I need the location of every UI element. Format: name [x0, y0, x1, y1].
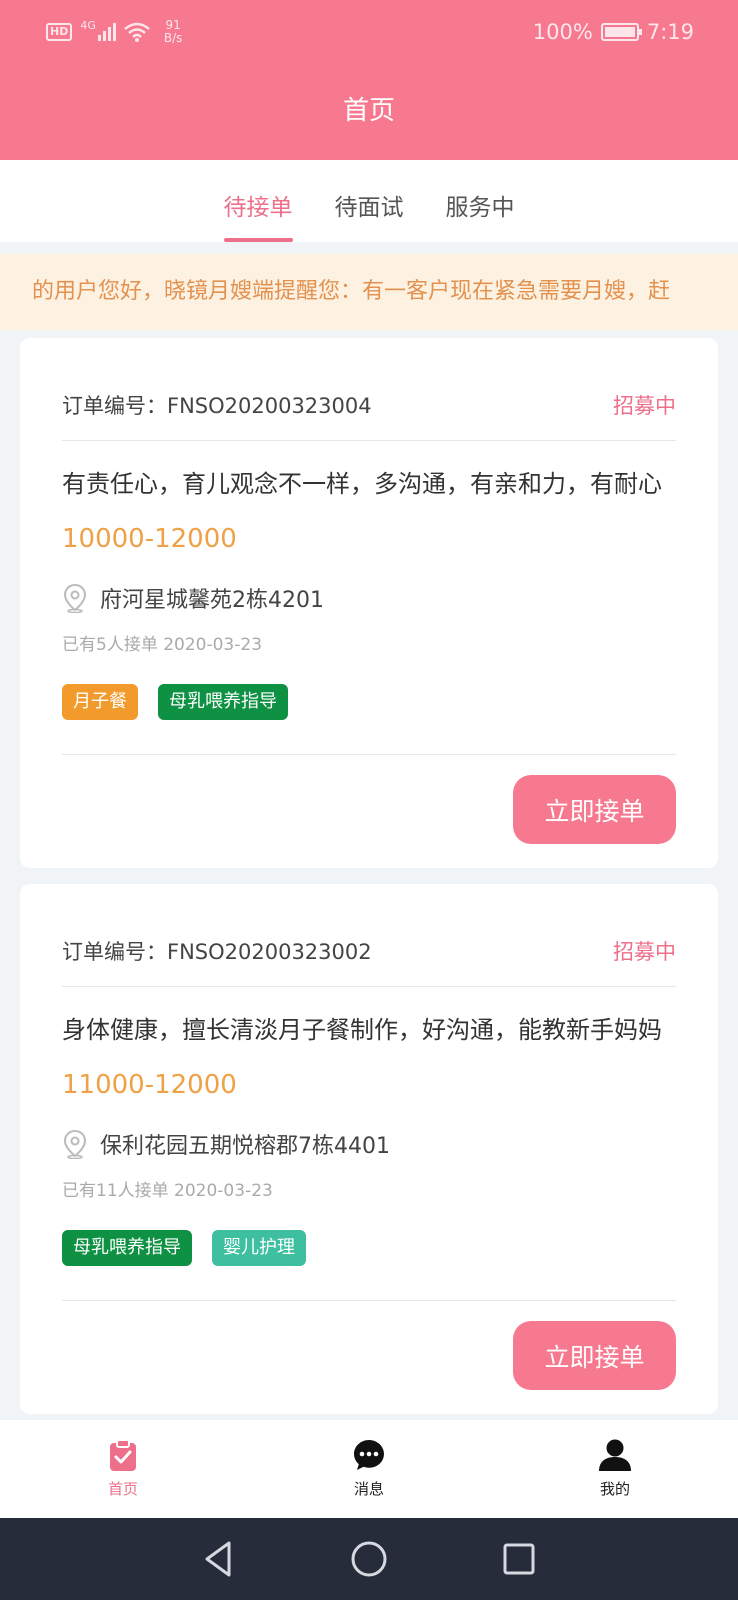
- order-number: 订单编号：FNSO20200323002: [62, 940, 372, 964]
- tag-breastfeeding-guidance: 母乳喂养指导: [158, 684, 288, 720]
- page-title: 首页: [342, 96, 395, 126]
- signal-icon: [97, 23, 116, 41]
- chat-bubble-icon: [354, 1440, 384, 1470]
- speed-unit: B/s: [163, 31, 183, 45]
- order-card[interactable]: 订单编号：FNSO20200323002 招募中 身体健康，擅长清淡月子餐制作，…: [20, 884, 718, 1414]
- clipboard-check-icon: [110, 1439, 136, 1471]
- divider: [62, 440, 676, 441]
- person-icon: [599, 1439, 631, 1471]
- status-bar: HD 4G 91 B/s 100% 7:19: [0, 0, 738, 64]
- nav-profile[interactable]: 我的: [492, 1420, 738, 1518]
- tab-in-service[interactable]: 服务中: [446, 160, 515, 242]
- order-meta: 已有5人接单 2020-03-23: [62, 635, 263, 655]
- nav-messages-label: 消息: [353, 1480, 384, 1498]
- network-speed: 91 B/s: [164, 19, 183, 45]
- order-meta: 已有11人接单 2020-03-23: [62, 1181, 273, 1201]
- hd-icon: HD: [46, 23, 73, 41]
- divider: [62, 754, 676, 755]
- accept-order-button[interactable]: 立即接单: [513, 775, 676, 844]
- tag-confinement-meal: 月子餐: [62, 684, 138, 720]
- order-address: 府河星城馨苑2栋4201: [100, 588, 324, 613]
- location-pin-icon: [63, 583, 87, 613]
- order-address-row: 府河星城馨苑2栋4201: [62, 582, 324, 614]
- tag-infant-care: 婴儿护理: [212, 1230, 306, 1266]
- order-tags: 母乳喂养指导 婴儿护理: [62, 1230, 306, 1266]
- tab-pending-orders[interactable]: 待接单: [223, 160, 293, 242]
- accept-order-button[interactable]: 立即接单: [513, 1321, 676, 1390]
- system-navigation-bar: [0, 1518, 738, 1600]
- app-header: HD 4G 91 B/s 100% 7:19 首页: [0, 0, 738, 160]
- order-tags: 月子餐 母乳喂养指导: [62, 684, 288, 720]
- order-description: 有责任心，育儿观念不一样，多沟通，有亲和力，有耐心: [62, 470, 662, 498]
- wifi-icon: [124, 22, 150, 42]
- order-status: 招募中: [613, 394, 676, 418]
- order-address-row: 保利花园五期悦榕郡7栋4401: [62, 1128, 390, 1160]
- status-left: HD 4G 91 B/s: [46, 19, 182, 45]
- home-circle-icon[interactable]: [349, 1539, 389, 1579]
- order-card-header: 订单编号：FNSO20200323002 招募中: [62, 936, 676, 966]
- order-description: 身体健康，擅长清淡月子餐制作，好沟通，能教新手妈妈: [62, 1016, 662, 1044]
- divider: [62, 1300, 676, 1301]
- divider: [62, 986, 676, 987]
- status-right: 100% 7:19: [533, 20, 694, 44]
- bottom-tab-bar: 首页 消息 我的: [0, 1420, 738, 1518]
- nav-messages[interactable]: 消息: [246, 1420, 492, 1518]
- order-number: 订单编号：FNSO20200323004: [62, 394, 372, 418]
- order-card[interactable]: 订单编号：FNSO20200323004 招募中 有责任心，育儿观念不一样，多沟…: [20, 338, 718, 868]
- order-salary: 11000-12000: [62, 1070, 237, 1100]
- order-card-header: 订单编号：FNSO20200323004 招募中: [62, 390, 676, 420]
- notice-marquee[interactable]: 的用户您好，晓镜月嫂端提醒您：有一客户现在紧急需要月嫂，赶: [0, 254, 738, 330]
- back-icon[interactable]: [199, 1539, 239, 1579]
- signal-label: 4G: [80, 19, 96, 32]
- recents-square-icon[interactable]: [499, 1539, 539, 1579]
- nav-home-label: 首页: [107, 1480, 138, 1498]
- location-pin-icon: [63, 1129, 87, 1159]
- battery-percent: 100%: [532, 20, 593, 44]
- order-address: 保利花园五期悦榕郡7栋4401: [100, 1134, 390, 1159]
- order-tabs: 待接单 待面试 服务中: [0, 160, 738, 242]
- battery-icon: [600, 23, 642, 41]
- order-status: 招募中: [613, 940, 676, 964]
- nav-home[interactable]: 首页: [0, 1420, 246, 1518]
- order-salary: 10000-12000: [62, 524, 237, 554]
- nav-profile-label: 我的: [599, 1480, 630, 1498]
- tab-pending-interview[interactable]: 待面试: [335, 160, 404, 242]
- tag-breastfeeding-guidance: 母乳喂养指导: [62, 1230, 192, 1266]
- clock: 7:19: [646, 20, 694, 44]
